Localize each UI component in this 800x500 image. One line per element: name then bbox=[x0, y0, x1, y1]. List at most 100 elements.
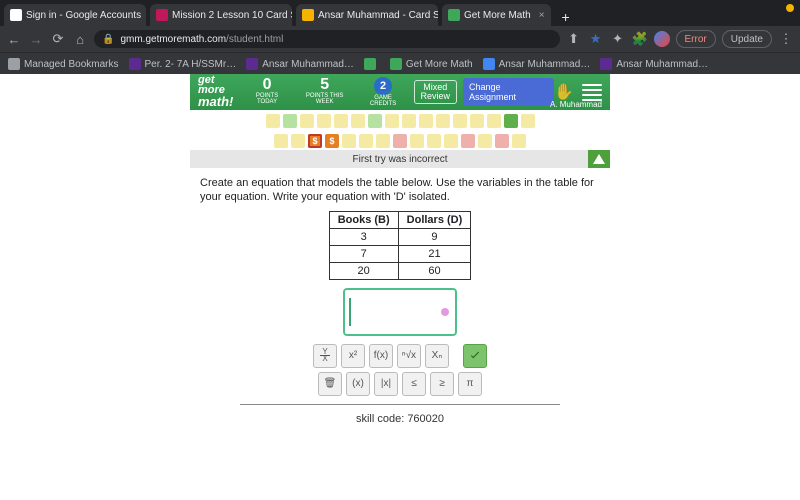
progress-tile[interactable] bbox=[291, 134, 305, 148]
drag-handle-icon[interactable] bbox=[441, 308, 449, 316]
progress-tile[interactable] bbox=[453, 114, 467, 128]
text-cursor bbox=[349, 298, 351, 326]
bookmark-gmm[interactable]: Get More Math bbox=[390, 58, 473, 70]
raise-hand-icon[interactable]: ✋ bbox=[554, 82, 574, 102]
update-pill[interactable]: Update bbox=[722, 30, 772, 48]
progress-tile[interactable] bbox=[470, 114, 484, 128]
progress-tile[interactable] bbox=[376, 134, 390, 148]
progress-tile[interactable] bbox=[402, 114, 416, 128]
delete-button[interactable]: 🗑 bbox=[318, 372, 342, 396]
progress-tile[interactable] bbox=[444, 134, 458, 148]
problem-prompt: Create an equation that models the table… bbox=[200, 176, 600, 205]
progress-tiles-row2: $$ bbox=[190, 130, 610, 150]
gmm-header: get more math! 0 POINTS TODAY 5 POINTS T… bbox=[190, 74, 610, 110]
nth-root-button[interactable]: ⁿ√x bbox=[397, 344, 421, 368]
forward-button[interactable]: → bbox=[28, 32, 44, 47]
bookmark-ansar2[interactable]: Ansar Muhammad… bbox=[483, 58, 591, 70]
new-tab-button[interactable]: + bbox=[557, 8, 575, 26]
tab-title: Sign in - Google Accounts bbox=[26, 10, 141, 21]
progress-tile[interactable] bbox=[393, 134, 407, 148]
expand-icon[interactable] bbox=[588, 150, 610, 168]
progress-tile[interactable] bbox=[359, 134, 373, 148]
dollar-tile[interactable]: $ bbox=[325, 134, 339, 148]
progress-tile[interactable] bbox=[385, 114, 399, 128]
tab-mission2[interactable]: Mission 2 Lesson 10 Card Sort × bbox=[150, 4, 292, 26]
exponent-button[interactable]: x² bbox=[341, 344, 365, 368]
tab-card-sort[interactable]: Ansar Muhammad - Card Sort × bbox=[296, 4, 438, 26]
reload-button[interactable]: ⟳ bbox=[50, 31, 66, 47]
bookmark-managed[interactable]: Managed Bookmarks bbox=[8, 58, 119, 70]
progress-tile[interactable] bbox=[427, 134, 441, 148]
less-equal-button[interactable]: ≤ bbox=[402, 372, 426, 396]
puzzle-icon[interactable]: 🧩 bbox=[632, 31, 648, 47]
progress-tile[interactable] bbox=[368, 114, 382, 128]
favicon bbox=[390, 58, 402, 70]
progress-tile[interactable] bbox=[419, 114, 433, 128]
bookmarks-bar: Managed Bookmarks Per. 2- 7A H/SSMr… Ans… bbox=[0, 52, 800, 75]
greater-equal-button[interactable]: ≥ bbox=[430, 372, 454, 396]
submit-button[interactable] bbox=[463, 344, 487, 368]
answer-input[interactable] bbox=[343, 288, 457, 336]
parentheses-button[interactable]: (x) bbox=[346, 372, 370, 396]
profile-avatar[interactable] bbox=[654, 31, 670, 47]
favicon bbox=[129, 58, 141, 70]
progress-tile[interactable] bbox=[351, 114, 365, 128]
change-assignment-button[interactable]: Change Assignment bbox=[463, 78, 554, 106]
tab-title: Ansar Muhammad - Card Sort bbox=[318, 10, 438, 21]
username-label: A. Muhammad bbox=[550, 100, 602, 109]
stats: 0 POINTS TODAY 5 POINTS THIS WEEK 2 GAME… bbox=[245, 77, 405, 107]
progress-tile[interactable] bbox=[410, 134, 424, 148]
home-button[interactable]: ⌂ bbox=[72, 32, 88, 47]
progress-tile[interactable] bbox=[274, 134, 288, 148]
bookmark-per2[interactable]: Per. 2- 7A H/SSMr… bbox=[129, 58, 237, 70]
error-pill[interactable]: Error bbox=[676, 30, 716, 48]
close-icon[interactable]: × bbox=[539, 10, 545, 21]
progress-tile[interactable] bbox=[521, 114, 535, 128]
tab-getmoremath[interactable]: Get More Math × bbox=[442, 4, 551, 26]
progress-tile[interactable] bbox=[504, 114, 518, 128]
progress-tile[interactable] bbox=[461, 134, 475, 148]
progress-tile[interactable] bbox=[487, 114, 501, 128]
folder-icon bbox=[8, 58, 20, 70]
pi-button[interactable]: π bbox=[458, 372, 482, 396]
col-header-books: Books (B) bbox=[329, 211, 398, 228]
math-toolbar-row1: YX x² f(x) ⁿ√x Xₙ bbox=[200, 344, 600, 368]
bookmark-gmm-icon[interactable] bbox=[364, 58, 380, 70]
gmm-logo: get more math! bbox=[198, 76, 233, 107]
kebab-menu-icon[interactable]: ⋮ bbox=[778, 31, 794, 47]
progress-tile[interactable] bbox=[266, 114, 280, 128]
favicon bbox=[600, 58, 612, 70]
extensions-icon[interactable]: ✦ bbox=[610, 31, 626, 47]
favicon bbox=[483, 58, 495, 70]
progress-tile[interactable] bbox=[342, 134, 356, 148]
progress-tile[interactable] bbox=[317, 114, 331, 128]
absolute-value-button[interactable]: |x| bbox=[374, 372, 398, 396]
progress-tile[interactable] bbox=[283, 114, 297, 128]
bookmark-ansar1[interactable]: Ansar Muhammad… bbox=[246, 58, 354, 70]
function-button[interactable]: f(x) bbox=[369, 344, 393, 368]
progress-tile[interactable] bbox=[436, 114, 450, 128]
progress-tile[interactable] bbox=[334, 114, 348, 128]
address-bar[interactable]: 🔒 gmm.getmoremath.com/student.html bbox=[94, 30, 560, 48]
bookmark-ansar3[interactable]: Ansar Muhammad… bbox=[600, 58, 708, 70]
progress-tiles-row1 bbox=[190, 110, 610, 130]
favicon bbox=[364, 58, 376, 70]
subscript-button[interactable]: Xₙ bbox=[425, 344, 449, 368]
progress-tile[interactable] bbox=[495, 134, 509, 148]
fraction-button[interactable]: YX bbox=[313, 344, 337, 368]
url-host: gmm.getmoremath.com/student.html bbox=[120, 34, 283, 45]
back-button[interactable]: ← bbox=[6, 32, 22, 47]
problem-area: Create an equation that models the table… bbox=[190, 168, 610, 433]
progress-tile[interactable] bbox=[512, 134, 526, 148]
progress-tile[interactable] bbox=[478, 134, 492, 148]
tab-strip: Sign in - Google Accounts × Mission 2 Le… bbox=[0, 0, 800, 26]
tab-google-signin[interactable]: Sign in - Google Accounts × bbox=[4, 4, 146, 26]
share-icon[interactable]: ⬆ bbox=[566, 31, 582, 47]
bookmark-star-icon[interactable]: ★ bbox=[588, 31, 604, 47]
lock-icon: 🔒 bbox=[102, 34, 114, 45]
mixed-review-button[interactable]: Mixed Review bbox=[414, 80, 458, 104]
window-controls bbox=[786, 4, 794, 12]
credits-badge: 2 bbox=[374, 77, 392, 95]
dollar-tile[interactable]: $ bbox=[308, 134, 322, 148]
progress-tile[interactable] bbox=[300, 114, 314, 128]
